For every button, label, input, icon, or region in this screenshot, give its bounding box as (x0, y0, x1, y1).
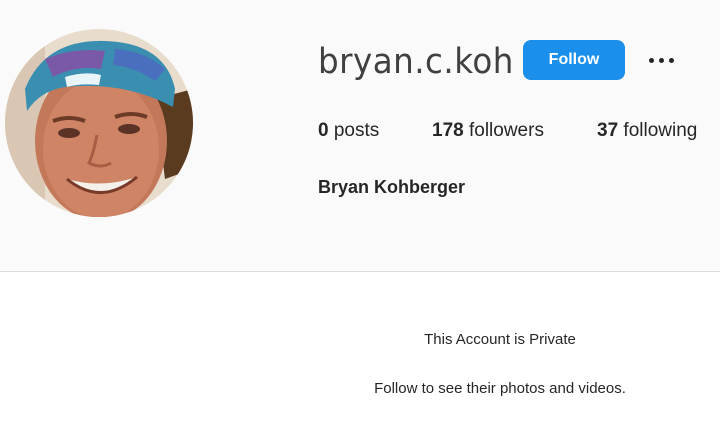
following-link[interactable]: 37 following (597, 118, 697, 144)
following-count: 37 (597, 120, 619, 141)
posts-label: posts (333, 120, 380, 141)
private-account-subtitle: Follow to see their photos and videos. (374, 380, 626, 397)
more-dot (658, 57, 664, 63)
more-options-icon[interactable] (640, 45, 682, 75)
posts-count-stat: 0 posts (318, 118, 379, 144)
posts-count: 0 (318, 120, 329, 141)
followers-count: 178 (432, 120, 464, 141)
profile-full-name: Bryan Kohberger (318, 177, 466, 197)
following-label: following (623, 120, 698, 141)
private-account-title: This Account is Private (424, 331, 576, 348)
more-dot (668, 57, 674, 63)
follow-button[interactable]: Follow (523, 40, 625, 80)
profile-username: bryan.c.koh (318, 42, 514, 82)
avatar-photo (5, 29, 193, 217)
followers-label: followers (468, 120, 544, 141)
header-divider (0, 271, 720, 272)
profile-avatar[interactable] (5, 29, 193, 217)
more-dot (648, 57, 654, 63)
followers-link[interactable]: 178 followers (432, 118, 544, 144)
